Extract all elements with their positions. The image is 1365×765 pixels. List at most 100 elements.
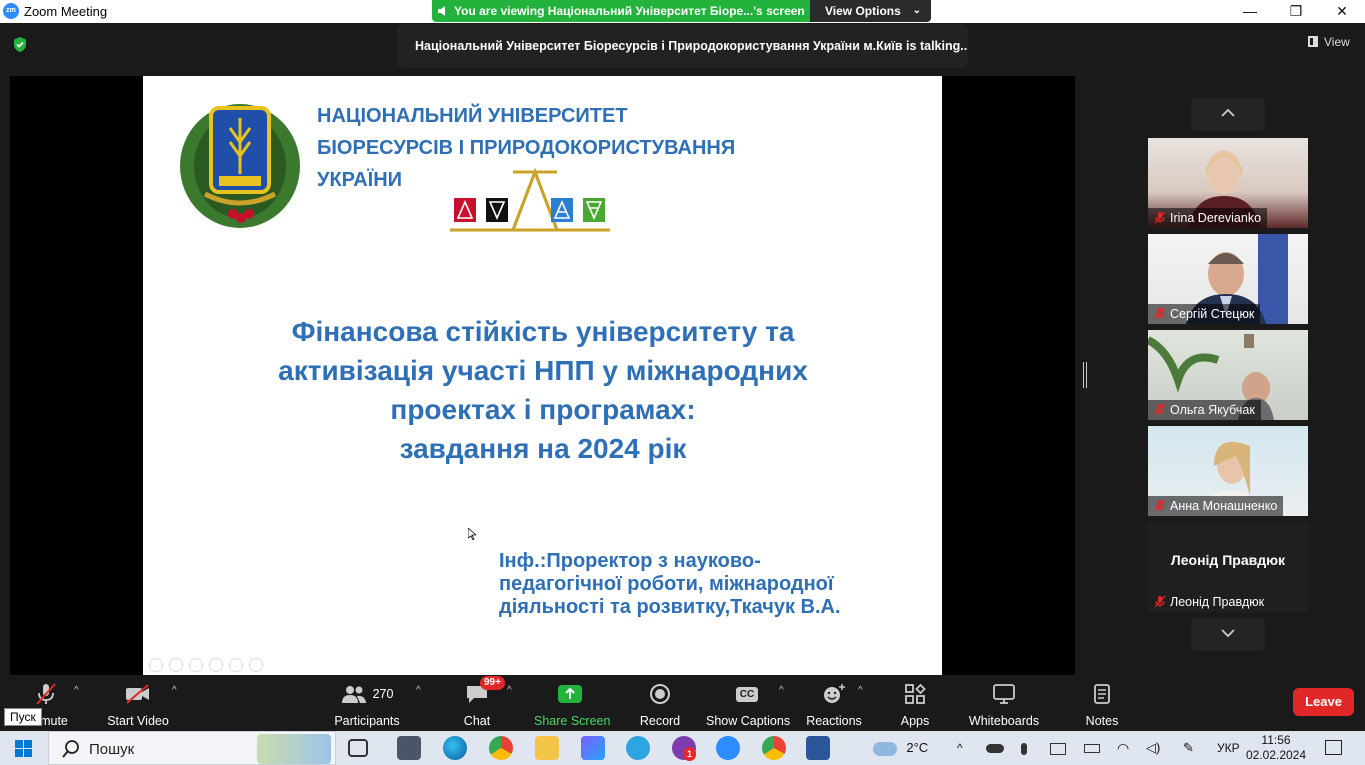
edge-browser-icon[interactable] — [443, 736, 467, 760]
chevron-down-icon — [1221, 629, 1235, 638]
onedrive-icon[interactable] — [986, 731, 1004, 765]
wifi-icon[interactable]: ◠ — [1117, 731, 1129, 765]
pen-menu-icon[interactable]: ✎ — [1183, 731, 1194, 765]
minimize-button[interactable]: — — [1227, 0, 1273, 23]
mic-muted-icon — [1154, 307, 1166, 320]
share-screen-button[interactable]: Share Screen — [534, 681, 610, 728]
video-off-icon — [126, 684, 149, 704]
speaker-icon — [438, 6, 445, 16]
slide-title-line: проектах і програмах: — [390, 394, 696, 425]
pen-icon[interactable] — [189, 658, 203, 672]
gallery-scroll-up-button[interactable] — [1191, 98, 1265, 131]
chat-options-caret[interactable]: ^ — [507, 685, 512, 696]
university-name-line: БІОРЕСУРСІВ І ПРИРОДОКОРИСТУВАННЯ — [317, 137, 736, 159]
file-explorer-icon[interactable] — [535, 736, 559, 760]
tray-overflow-icon[interactable]: ^ — [957, 731, 963, 765]
mic-muted-icon — [1154, 211, 1166, 224]
close-button[interactable]: ✕ — [1319, 0, 1365, 23]
language-indicator[interactable]: УКР — [1217, 731, 1240, 765]
start-video-label: Start Video — [107, 714, 169, 728]
encryption-shield-icon[interactable] — [12, 36, 28, 53]
viber-badge: 1 — [683, 747, 697, 761]
participant-tile[interactable]: Irina Derevianko — [1148, 138, 1308, 228]
start-video-button[interactable]: Start Video — [104, 681, 172, 728]
chrome-browser-icon[interactable] — [489, 736, 513, 760]
view-options-button[interactable]: View Options ⌄ — [810, 0, 931, 22]
mic-muted-icon — [1154, 595, 1166, 608]
search-highlight-image — [257, 734, 331, 764]
captions-options-caret[interactable]: ^ — [779, 685, 784, 696]
zoom-icon[interactable] — [229, 658, 243, 672]
copilot-icon[interactable] — [581, 736, 605, 760]
participants-count: 270 — [372, 687, 394, 701]
chevron-up-icon — [1221, 108, 1235, 117]
participant-tile[interactable]: Анна Монашненко — [1148, 426, 1308, 516]
participant-tile[interactable]: Ольга Якубчак — [1148, 330, 1308, 420]
weather-widget[interactable]: 2°C — [873, 731, 928, 765]
show-captions-label: Show Captions — [706, 714, 791, 728]
view-label: View — [1324, 35, 1350, 49]
slide-author-line: педагогічної роботи, міжнародної — [499, 573, 834, 595]
participant-tile[interactable]: Сергій Стецюк — [1148, 234, 1308, 324]
gallery-scroll-down-button[interactable] — [1191, 618, 1265, 651]
chevron-down-icon: ⌄ — [912, 5, 921, 16]
taskbar-search[interactable]: Пошук — [48, 731, 336, 765]
participant-tile[interactable]: Леонід Правдюк Леонід Правдюк — [1148, 522, 1308, 612]
taskbar-clock[interactable]: 11:56 02.02.2024 — [1243, 733, 1309, 763]
slide-navigation-controls[interactable] — [149, 658, 263, 672]
slides-icon[interactable] — [209, 658, 223, 672]
meeting-toolbar: Unmute ^ Пуск Start Video ^ 270 Particip… — [0, 675, 1365, 731]
start-tooltip: Пуск — [4, 708, 42, 726]
whiteboards-button[interactable]: Whiteboards — [968, 681, 1040, 728]
reactions-icon — [824, 684, 845, 703]
participant-name-tag: Irina Derevianko — [1148, 208, 1268, 228]
windows-taskbar: Пошук 1 2°C ^ ◠ ◁) ✎ УКР 11:56 02.02.202… — [0, 731, 1365, 765]
chat-label: Chat — [463, 714, 491, 728]
leave-button[interactable]: Leave — [1293, 688, 1354, 716]
microphone-icon[interactable] — [1021, 731, 1027, 765]
record-button[interactable]: Record — [638, 681, 682, 728]
volume-icon[interactable]: ◁) — [1146, 731, 1160, 765]
whiteboards-label: Whiteboards — [968, 714, 1040, 728]
participants-options-caret[interactable]: ^ — [416, 685, 421, 696]
zoom-window: zm Zoom Meeting You are viewing Націонал… — [0, 0, 1365, 765]
split-view-handle[interactable] — [1083, 362, 1087, 388]
reactions-options-caret[interactable]: ^ — [858, 685, 863, 696]
weather-cloud-icon — [873, 741, 897, 756]
telegram-icon[interactable] — [626, 736, 650, 760]
prev-slide-icon[interactable] — [149, 658, 163, 672]
record-label: Record — [639, 714, 681, 728]
participant-name: Сергій Стецюк — [1170, 307, 1255, 321]
view-layout-button[interactable]: View — [1308, 35, 1350, 49]
notes-label: Notes — [1085, 714, 1119, 728]
show-captions-button[interactable]: CC Show Captions — [706, 681, 791, 728]
next-slide-icon[interactable] — [169, 658, 183, 672]
calculator-icon[interactable] — [397, 736, 421, 760]
windows-start-icon[interactable] — [15, 740, 32, 757]
video-options-caret[interactable]: ^ — [172, 685, 177, 696]
viewing-screen-banner: You are viewing Національний Університет… — [432, 0, 810, 22]
notifications-icon[interactable] — [1325, 740, 1342, 755]
reactions-button[interactable]: Reactions — [806, 681, 862, 728]
participant-name: Леонід Правдюк — [1170, 595, 1265, 609]
task-view-icon[interactable] — [348, 739, 368, 757]
word-icon[interactable] — [806, 736, 830, 760]
battery-icon[interactable] — [1084, 731, 1100, 765]
mic-muted-icon — [1154, 499, 1166, 512]
university-name-line: НАЦІОНАЛЬНИЙ УНІВЕРСИТЕТ — [317, 105, 628, 127]
slide-author-line: діяльності та розвитку,Ткачук В.А. — [499, 596, 841, 618]
audio-options-caret[interactable]: ^ — [74, 685, 79, 696]
slide-author-info: Інф.:Проректор з науково- педагогічної р… — [499, 550, 929, 619]
whiteboard-icon — [993, 684, 1015, 704]
more-icon[interactable] — [249, 658, 263, 672]
notes-button[interactable]: Notes — [1084, 681, 1120, 728]
display-icon[interactable] — [1050, 731, 1066, 765]
participant-name: Анна Монашненко — [1170, 499, 1278, 513]
apps-button[interactable]: Apps — [897, 681, 933, 728]
title-bar: zm Zoom Meeting You are viewing Націонал… — [0, 0, 1365, 23]
zoom-taskbar-icon[interactable] — [716, 736, 740, 760]
maximize-button[interactable]: ❐ — [1273, 0, 1319, 23]
participants-button[interactable]: 270 Participants — [334, 681, 400, 728]
chrome-profile-icon[interactable] — [762, 736, 786, 760]
slide-title-line: Фінансова стійкість університету та — [291, 316, 795, 347]
